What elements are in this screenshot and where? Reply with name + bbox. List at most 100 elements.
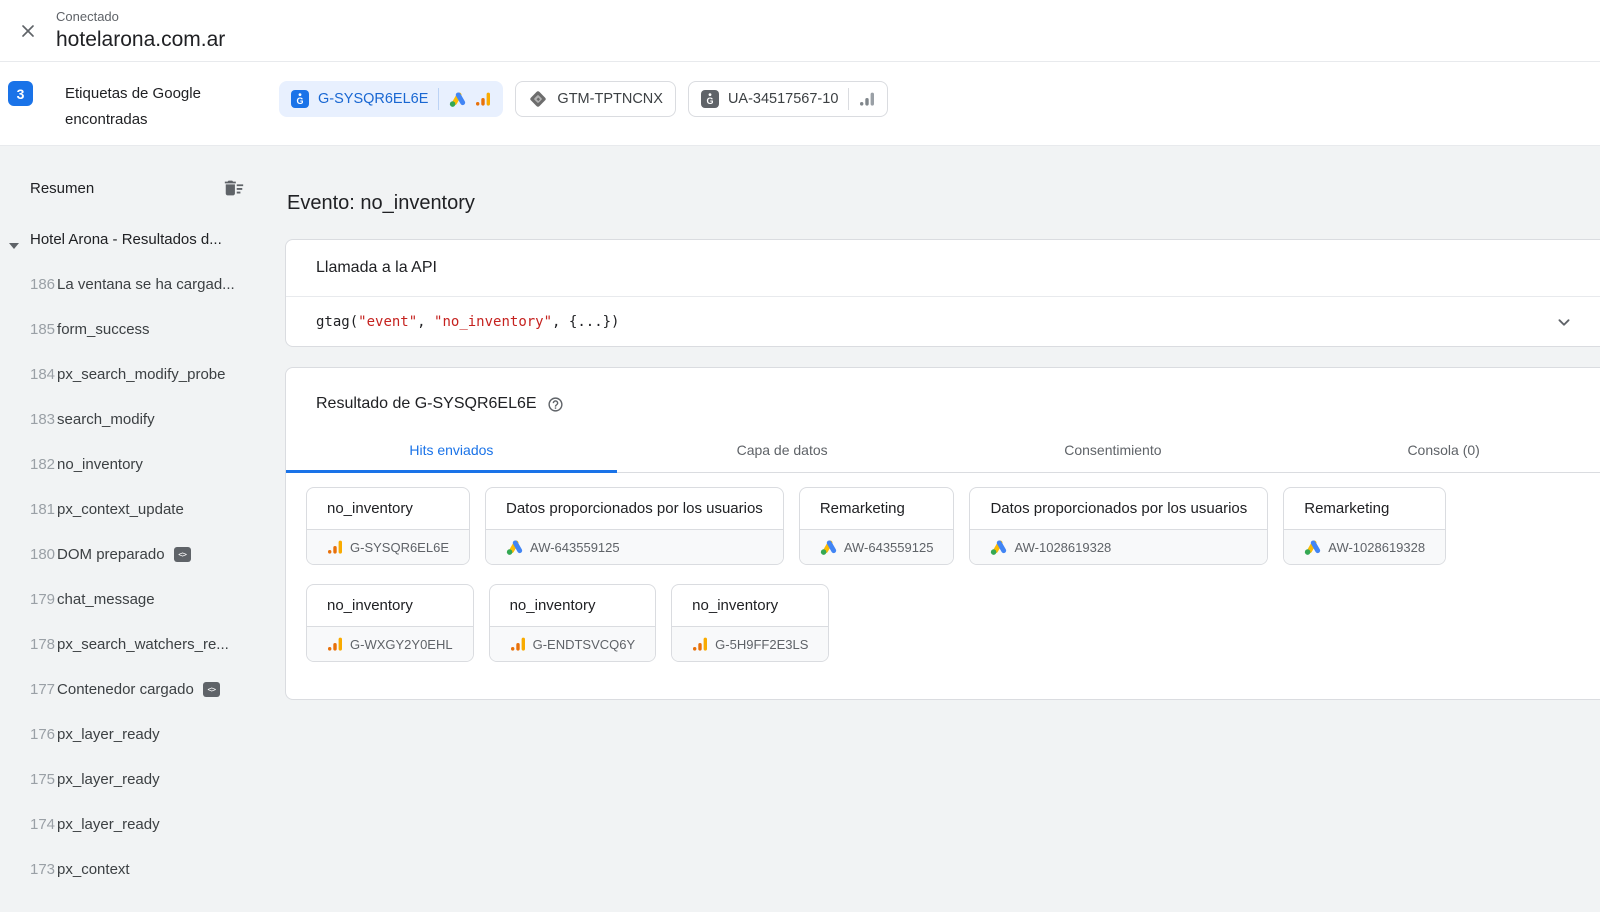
- gtag-code: gtag("event", "no_inventory", {...}): [316, 314, 619, 330]
- event-number: 174: [30, 816, 55, 833]
- event-number: 180: [30, 546, 55, 563]
- hit-tag-id: AW-1028619328: [1328, 540, 1425, 555]
- event-label: search_modify: [57, 411, 155, 428]
- api-call-code-row[interactable]: gtag("event", "no_inventory", {...}): [286, 297, 1600, 346]
- event-number: 182: [30, 456, 55, 473]
- container-group-row[interactable]: Hotel Arona - Resultados d...: [0, 216, 277, 262]
- event-list-item[interactable]: 177Contenedor cargado <>: [0, 667, 277, 712]
- tag-chip-ga4[interactable]: G G-SYSQR6EL6E: [279, 81, 503, 117]
- hit-tag-id: AW-643559125: [530, 540, 620, 555]
- tab-consentimiento[interactable]: Consentimiento: [948, 430, 1279, 473]
- tag-chip-ua[interactable]: G UA-34517567-10: [688, 81, 888, 117]
- event-list-item[interactable]: 179chat_message: [0, 577, 277, 622]
- tab-consola-0[interactable]: Consola (0): [1278, 430, 1600, 473]
- hit-title: Datos proporcionados por los usuarios: [486, 488, 783, 529]
- code-icon: <>: [203, 682, 220, 697]
- event-label: DOM preparado: [57, 546, 165, 563]
- hit-title: no_inventory: [490, 585, 656, 626]
- event-label: no_inventory: [57, 456, 143, 473]
- event-list: 186La ventana se ha cargad...185form_suc…: [0, 262, 277, 892]
- event-list-item[interactable]: 175px_layer_ready: [0, 757, 277, 802]
- tag-assistant-window: Conectado hotelarona.com.ar 3 Etiquetas …: [0, 0, 1600, 912]
- hit-card[interactable]: Datos proporcionados por los usuarios AW-…: [485, 487, 784, 565]
- event-list-item[interactable]: 178px_search_watchers_re...: [0, 622, 277, 667]
- event-list-item[interactable]: 174px_layer_ready: [0, 802, 277, 847]
- event-number: 186: [30, 276, 55, 293]
- main-panel: Evento: no_inventory Llamada a la API gt…: [277, 146, 1600, 912]
- event-number: 175: [30, 771, 55, 788]
- hit-tag-id: G-SYSQR6EL6E: [350, 540, 449, 555]
- event-number: 173: [30, 861, 55, 878]
- clear-events-button[interactable]: [223, 177, 245, 199]
- hit-row: no_inventory G-SYSQR6EL6E Datos proporcion…: [306, 487, 1589, 565]
- event-label: Contenedor cargado: [57, 681, 194, 698]
- event-number: 176: [30, 726, 55, 743]
- event-list-item[interactable]: 176px_layer_ready: [0, 712, 277, 757]
- event-number: 183: [30, 411, 55, 428]
- hit-meta: AW-643559125: [800, 529, 954, 564]
- gray-tag-icon: G: [701, 90, 719, 108]
- connection-status: Conectado: [56, 9, 225, 25]
- event-list-item[interactable]: 181px_context_update: [0, 487, 277, 532]
- tag-chip-gtm[interactable]: GTM-TPTNCNX: [515, 81, 676, 117]
- event-label: La ventana se ha cargad...: [57, 276, 235, 293]
- event-label: form_success: [57, 321, 150, 338]
- hit-meta: AW-643559125: [486, 529, 783, 564]
- help-button[interactable]: [547, 396, 564, 413]
- hit-card[interactable]: no_inventory G-SYSQR6EL6E: [306, 487, 470, 565]
- sidebar: Resumen Hotel Arona - Resultados d... 18…: [0, 146, 277, 912]
- connected-domain: hotelarona.com.ar: [56, 27, 225, 52]
- hit-card[interactable]: no_inventory G-ENDTSVCQ6Y: [489, 584, 657, 662]
- google-analytics-icon: [327, 539, 343, 555]
- event-list-item[interactable]: 185form_success: [0, 307, 277, 352]
- api-call-card: Llamada a la API gtag("event", "no_inven…: [285, 239, 1600, 347]
- summary-row: Resumen: [0, 166, 277, 210]
- hit-card[interactable]: Remarketing AW-1028619328: [1283, 487, 1446, 565]
- event-number: 181: [30, 501, 55, 518]
- google-analytics-icon: [475, 91, 491, 107]
- hit-tag-id: G-ENDTSVCQ6Y: [533, 637, 636, 652]
- hit-card[interactable]: no_inventoryG-5H9FF2E3LS: [671, 584, 829, 662]
- close-icon: [18, 21, 38, 41]
- tag-bar: 3 Etiquetas de Google encontradas G G-SY…: [0, 62, 1600, 146]
- code-icon: <>: [174, 547, 191, 562]
- chip-divider: [848, 88, 849, 110]
- tag-chip-id: GTM-TPTNCNX: [557, 91, 663, 107]
- hit-card[interactable]: no_inventoryG-WXGY2Y0EHL: [306, 584, 474, 662]
- google-ads-icon: [820, 539, 837, 556]
- result-card: Resultado de G-SYSQR6EL6E Hits enviadosC…: [285, 367, 1600, 700]
- connection-info: Conectado hotelarona.com.ar: [56, 9, 225, 53]
- tab-capa-de-datos[interactable]: Capa de datos: [617, 430, 948, 473]
- tag-count-badge: 3: [8, 81, 33, 106]
- event-number: 178: [30, 636, 55, 653]
- hit-tag-id: G-WXGY2Y0EHL: [350, 637, 453, 652]
- event-label: px_layer_ready: [57, 726, 160, 743]
- close-button[interactable]: [0, 21, 56, 41]
- tab-hits-enviados[interactable]: Hits enviados: [286, 430, 617, 473]
- hit-meta: AW-1028619328: [1284, 529, 1445, 564]
- google-tag-icon: G: [291, 90, 309, 108]
- hit-title: Remarketing: [1284, 488, 1445, 529]
- help-icon: [547, 396, 564, 413]
- google-analytics-icon: [327, 636, 343, 652]
- event-list-item[interactable]: 186La ventana se ha cargad...: [0, 262, 277, 307]
- hit-card[interactable]: Datos proporcionados por los usuariosAW-…: [969, 487, 1268, 565]
- event-list-item[interactable]: 173px_context: [0, 847, 277, 892]
- hit-meta: G-ENDTSVCQ6Y: [490, 626, 656, 661]
- event-number: 177: [30, 681, 55, 698]
- hit-card[interactable]: RemarketingAW-643559125: [799, 487, 955, 565]
- hit-title: no_inventory: [307, 488, 469, 529]
- api-call-card-title: Llamada a la API: [286, 240, 1600, 297]
- svg-text:G: G: [296, 96, 303, 106]
- chevron-expanded-icon[interactable]: [9, 236, 19, 254]
- event-label: px_context_update: [57, 501, 184, 518]
- event-list-item[interactable]: 180DOM preparado <>: [0, 532, 277, 577]
- chevron-down-icon: [1553, 311, 1575, 333]
- summary-label[interactable]: Resumen: [30, 180, 94, 197]
- event-list-item[interactable]: 183search_modify: [0, 397, 277, 442]
- event-label: px_search_watchers_re...: [57, 636, 229, 653]
- event-list-item[interactable]: 182no_inventory: [0, 442, 277, 487]
- event-list-item[interactable]: 184px_search_modify_probe: [0, 352, 277, 397]
- event-label: px_layer_ready: [57, 771, 160, 788]
- tag-chip-id: G-SYSQR6EL6E: [318, 91, 428, 107]
